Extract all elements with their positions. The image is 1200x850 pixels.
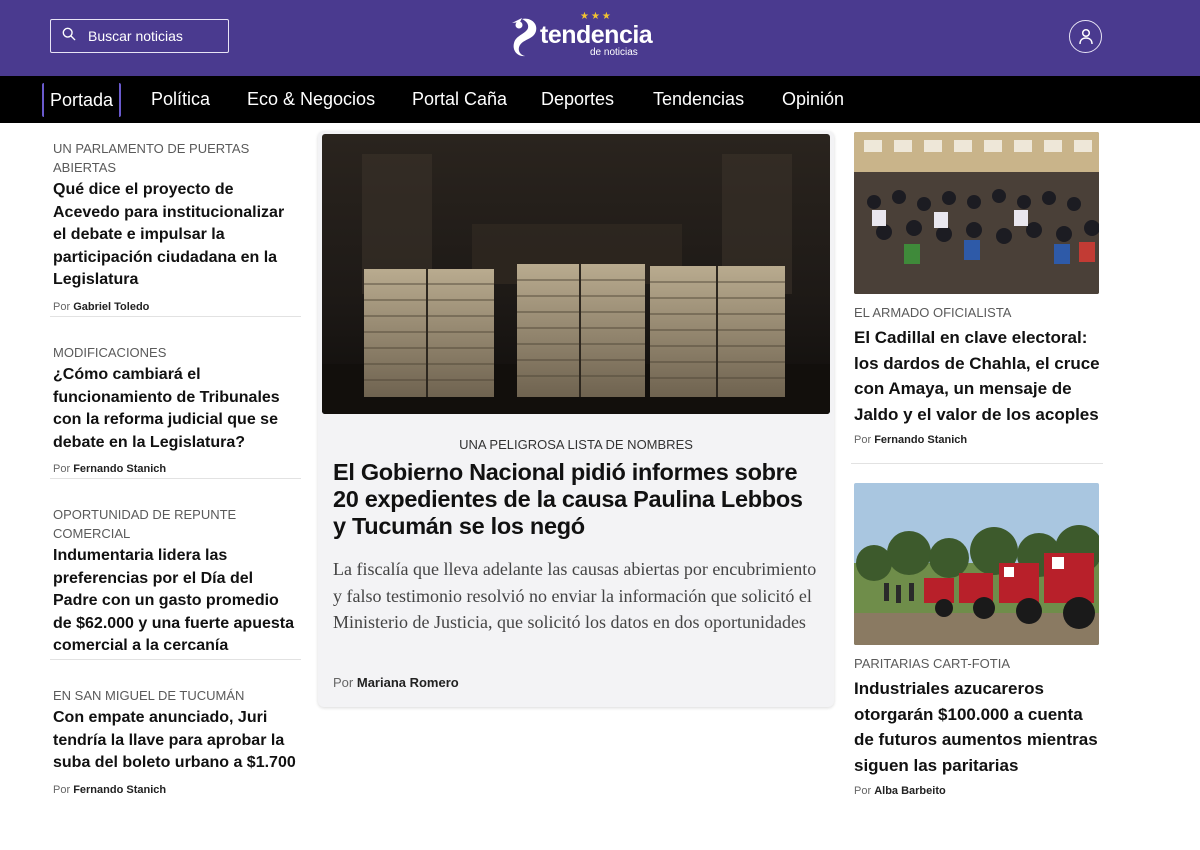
right-article-1[interactable]: EL ARMADO OFICIALISTA El Cadillal en cla… [854, 303, 1104, 446]
article-byline: Por Fernando Stanich [53, 783, 167, 796]
article-author[interactable]: Fernando Stanich [874, 434, 967, 446]
featured-byline: Por Mariana Romero [333, 675, 459, 690]
site-logo[interactable]: ★★★ tendencia de noticias [508, 11, 653, 61]
user-account-button[interactable] [1069, 20, 1102, 53]
article-kicker: PARITARIAS CART-FOTIA [854, 656, 1011, 671]
nav-item-portal-cana[interactable]: Portal Caña [412, 76, 507, 123]
article-kicker: MODIFICACIONES [53, 345, 167, 360]
article-kicker: UN PARLAMENTO DE PUERTAS ABIERTAS [53, 141, 250, 175]
nav-item-eco-negocios[interactable]: Eco & Negocios [247, 76, 375, 123]
nav-item-portada[interactable]: Portada [42, 83, 122, 117]
article-byline: Por Alba Barbeito [854, 785, 946, 797]
article-headline[interactable]: Indumentaria lidera las preferencias por… [53, 545, 301, 658]
right-article-1-image[interactable] [854, 132, 1099, 294]
article-byline: Por Fernando Stanich [854, 434, 968, 446]
featured-kicker: UNA PELIGROSA LISTA DE NOMBRES [459, 437, 693, 452]
left-article-2[interactable]: MODIFICACIONES ¿Cómo cambiará el funcion… [53, 343, 301, 475]
article-kicker: EN SAN MIGUEL DE TUCUMÁN [53, 688, 245, 703]
featured-author[interactable]: Mariana Romero [357, 675, 459, 690]
article-headline[interactable]: El Cadillal en clave electoral: los dard… [854, 325, 1104, 427]
nav-item-deportes[interactable]: Deportes [541, 76, 614, 123]
site-header: ★★★ tendencia de noticias [0, 0, 1200, 76]
article-author[interactable]: Fernando Stanich [73, 463, 166, 475]
search-input[interactable] [88, 28, 218, 44]
user-icon [1078, 28, 1093, 45]
article-byline: Por Gabriel Toledo [53, 300, 150, 313]
article-author[interactable]: Fernando Stanich [73, 784, 166, 796]
logo-subtitle: de noticias [590, 47, 638, 58]
featured-article[interactable]: UNA PELIGROSA LISTA DE NOMBRES El Gobier… [318, 131, 834, 707]
featured-summary: La fiscalía que lleva adelante las causa… [333, 559, 817, 632]
search-box[interactable] [50, 19, 229, 53]
featured-headline[interactable]: El Gobierno Nacional pidió informes sobr… [333, 459, 813, 540]
right-article-2-image[interactable] [854, 483, 1099, 645]
search-icon [62, 27, 76, 46]
left-article-4[interactable]: EN SAN MIGUEL DE TUCUMÁN Con empate anun… [53, 686, 301, 796]
logo-wordmark: tendencia [540, 21, 653, 49]
featured-image[interactable] [322, 134, 830, 414]
article-kicker: EL ARMADO OFICIALISTA [854, 305, 1012, 320]
left-article-3[interactable]: OPORTUNIDAD DE REPUNTE COMERCIAL Indumen… [53, 505, 301, 658]
nav-item-opinion[interactable]: Opinión [782, 76, 844, 123]
article-headline[interactable]: ¿Cómo cambiará el funcionamiento de Trib… [53, 364, 301, 454]
article-kicker: OPORTUNIDAD DE REPUNTE COMERCIAL [53, 507, 237, 541]
article-headline[interactable]: Con empate anunciado, Juri tendría la ll… [53, 707, 301, 775]
divider [50, 316, 301, 317]
divider [851, 463, 1103, 464]
logo-mark-icon [512, 18, 537, 57]
main-nav: Portada Política Eco & Negocios Portal C… [0, 76, 1200, 123]
divider [50, 659, 301, 660]
nav-item-politica[interactable]: Política [151, 76, 210, 123]
article-author[interactable]: Alba Barbeito [874, 785, 946, 797]
article-headline[interactable]: Industriales azucareros otorgarán $100.0… [854, 676, 1104, 778]
right-article-2[interactable]: PARITARIAS CART-FOTIA Industriales azuca… [854, 654, 1104, 797]
left-article-1[interactable]: UN PARLAMENTO DE PUERTAS ABIERTAS Qué di… [53, 139, 301, 313]
article-headline[interactable]: Qué dice el proyecto de Acevedo para ins… [53, 179, 301, 292]
article-byline: Por Fernando Stanich [53, 463, 167, 475]
divider [50, 478, 301, 479]
article-author[interactable]: Gabriel Toledo [73, 301, 149, 313]
nav-item-tendencias[interactable]: Tendencias [653, 76, 744, 123]
